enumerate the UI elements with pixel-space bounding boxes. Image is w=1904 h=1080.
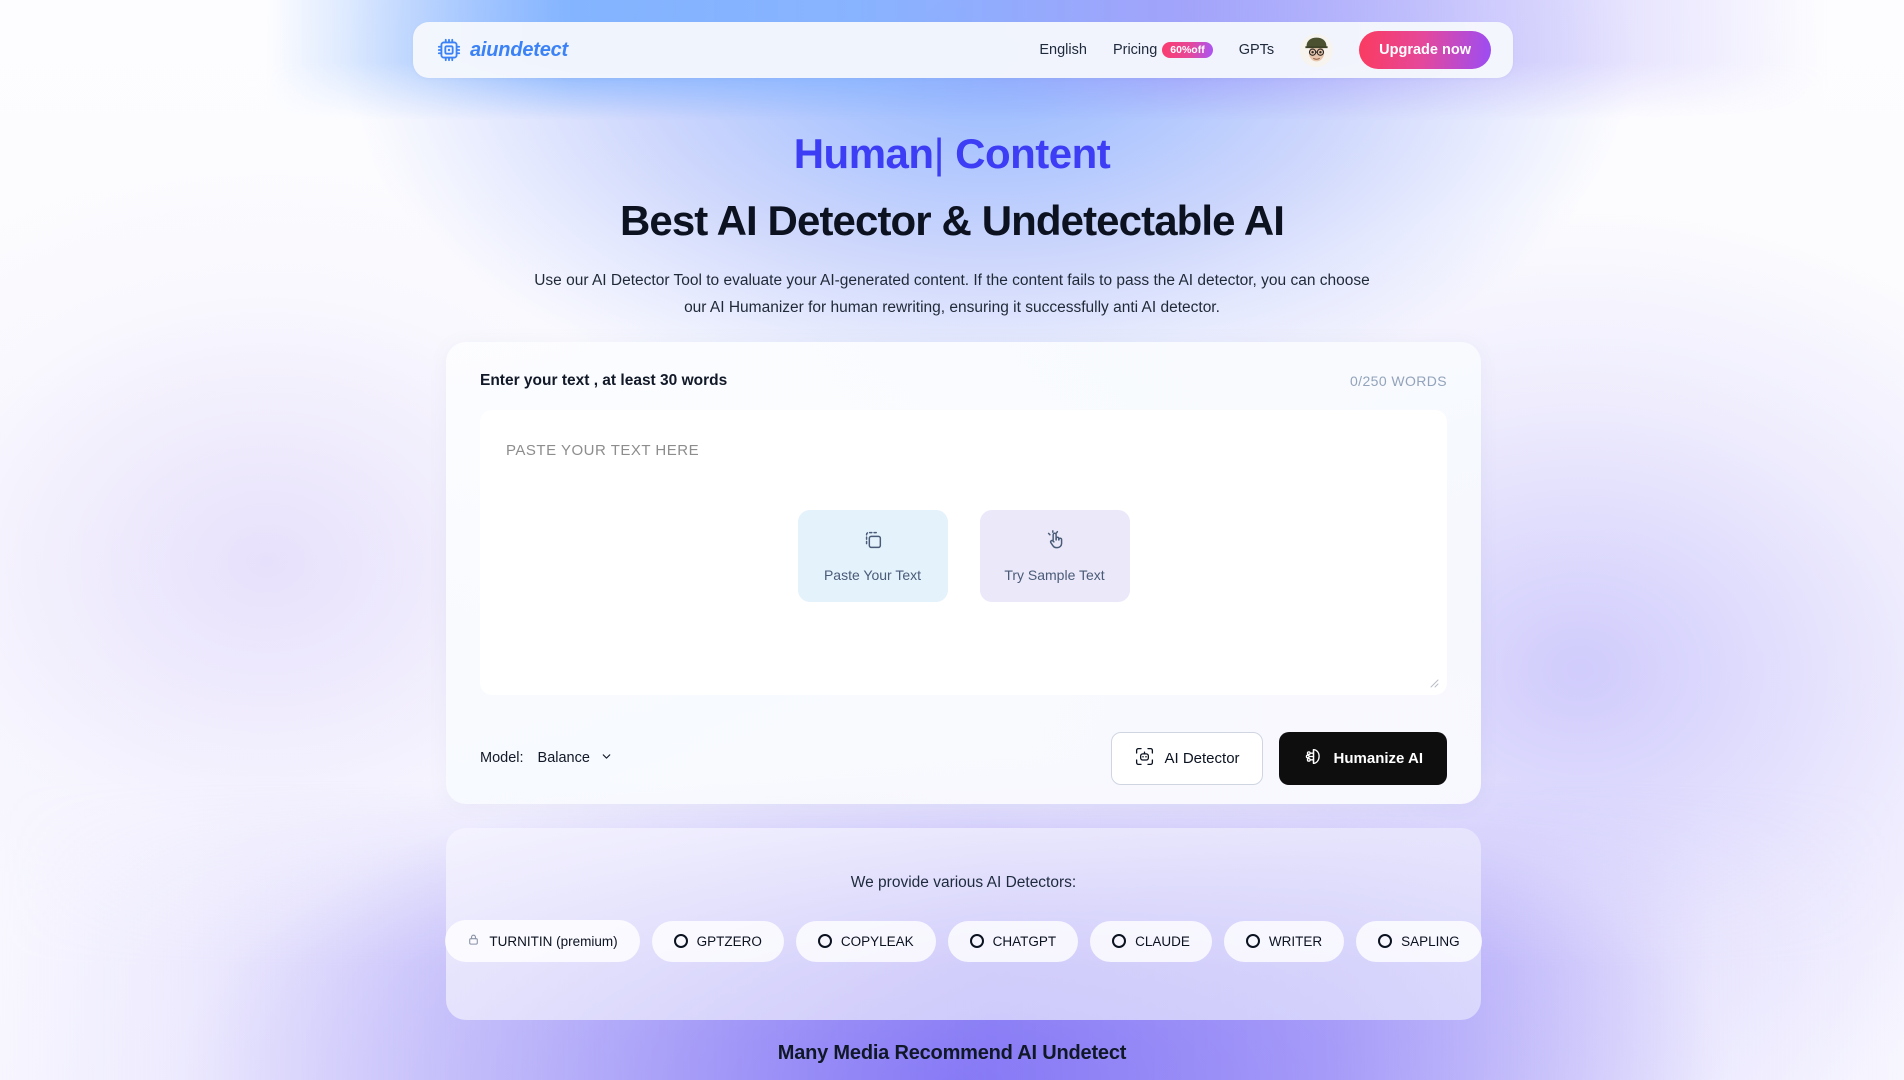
- circle-icon: [969, 934, 984, 948]
- circle-icon: [1245, 934, 1260, 948]
- pricing-discount-badge: 60%off: [1162, 41, 1213, 59]
- detector-pill-gptzero[interactable]: GPTZERO: [651, 920, 784, 962]
- text-input-area[interactable]: PASTE YOUR TEXT HERE Paste Your Text Try…: [480, 410, 1447, 695]
- detector-pill-label: CLAUDE: [1135, 933, 1190, 949]
- circle-icon: [1112, 934, 1127, 948]
- avatar-face-icon: [1300, 33, 1334, 67]
- copy-icon: [862, 529, 884, 554]
- brand-logo-text: aiundetect: [470, 38, 569, 61]
- brain-circuit-icon: [1303, 746, 1324, 771]
- nav-item-language[interactable]: English: [1039, 42, 1087, 58]
- model-select[interactable]: Balance: [538, 750, 613, 767]
- detector-pill-writer[interactable]: WRITER: [1223, 920, 1345, 962]
- tap-click-icon: [1044, 529, 1066, 554]
- paste-your-text-label: Paste Your Text: [823, 567, 922, 583]
- detector-pill-turnitin[interactable]: TURNITIN (premium): [445, 920, 640, 962]
- detector-pill-label: CHATGPT: [992, 933, 1057, 949]
- hero-rotating-suffix: Content: [943, 130, 1111, 177]
- hero-typing-cursor: |: [933, 130, 945, 177]
- try-sample-text-button[interactable]: Try Sample Text: [979, 510, 1130, 602]
- chevron-down-icon: [600, 750, 613, 767]
- header-nav: English Pricing 60%off GPTs Upgrade now: [1039, 31, 1491, 69]
- detector-pill-chatgpt[interactable]: CHATGPT: [947, 920, 1079, 962]
- textarea-resize-handle[interactable]: [1427, 675, 1439, 688]
- model-label: Model:: [480, 750, 524, 766]
- nav-item-pricing-label[interactable]: Pricing: [1113, 42, 1157, 58]
- editor-card-header: Enter your text , at least 30 words 0/25…: [446, 342, 1481, 390]
- editor-card-footer: Model: Balance AI Detector Humanize AI: [446, 712, 1481, 804]
- avatar[interactable]: [1300, 33, 1334, 67]
- detectors-panel: We provide various AI Detectors: TURNITI…: [445, 828, 1482, 1020]
- detector-pill-label: GPTZERO: [696, 933, 762, 949]
- detector-pill-claude[interactable]: CLAUDE: [1090, 920, 1212, 962]
- detectors-panel-title: We provide various AI Detectors:: [850, 874, 1077, 891]
- try-sample-text-label: Try Sample Text: [1004, 567, 1105, 583]
- robot-scan-icon: [1134, 746, 1155, 771]
- detector-pill-row: TURNITIN (premium) GPTZERO COPYLEAK CHAT…: [445, 920, 1482, 962]
- humanize-ai-button[interactable]: Humanize AI: [1278, 731, 1447, 785]
- upgrade-now-button[interactable]: Upgrade now: [1359, 31, 1491, 69]
- editor-instruction-label: Enter your text , at least 30 words: [480, 372, 728, 389]
- page-title: Best AI Detector & Undetectable AI: [619, 197, 1285, 245]
- model-selected-value: Balance: [537, 750, 590, 766]
- detector-pill-copyleak[interactable]: COPYLEAK: [795, 920, 936, 962]
- page-root: aiundetect English Pricing 60%off GPTs U…: [0, 0, 1904, 1080]
- hero-subtitle: Use our AI Detector Tool to evaluate you…: [534, 271, 1370, 316]
- model-selector-group: Model: Balance: [480, 750, 613, 767]
- cpu-chip-icon: [436, 37, 462, 63]
- site-header: aiundetect English Pricing 60%off GPTs U…: [413, 22, 1513, 78]
- hero-rotating-word: Human: [793, 130, 934, 177]
- circle-icon: [817, 934, 832, 948]
- media-section-heading: Many Media Recommend AI Undetect: [777, 1042, 1127, 1064]
- quick-action-group: Paste Your Text Try Sample Text: [480, 510, 1447, 602]
- detector-pill-label: COPYLEAK: [840, 933, 914, 949]
- detector-pill-label: WRITER: [1268, 933, 1323, 949]
- nav-item-gpts[interactable]: GPTs: [1239, 42, 1274, 58]
- ai-detector-button[interactable]: AI Detector: [1110, 731, 1263, 785]
- hero-section: Human| Content Best AI Detector & Undete…: [0, 130, 1904, 321]
- paste-your-text-button[interactable]: Paste Your Text: [797, 510, 948, 602]
- detector-pill-label: SAPLING: [1401, 933, 1460, 949]
- word-count-indicator: 0/250 WORDS: [1350, 373, 1447, 389]
- circle-icon: [673, 934, 688, 948]
- editor-placeholder: PASTE YOUR TEXT HERE: [506, 442, 700, 459]
- detector-pill-sapling[interactable]: SAPLING: [1356, 920, 1482, 962]
- editor-action-buttons: AI Detector Humanize AI: [1110, 731, 1447, 785]
- ai-detector-label: AI Detector: [1164, 749, 1240, 767]
- circle-icon: [1378, 934, 1393, 948]
- humanize-ai-label: Humanize AI: [1333, 749, 1423, 767]
- nav-item-pricing[interactable]: Pricing 60%off: [1113, 41, 1213, 59]
- lock-icon: [467, 933, 480, 949]
- hero-rotating-line: Human| Content: [0, 130, 1904, 178]
- editor-card: Enter your text , at least 30 words 0/25…: [446, 342, 1481, 804]
- brand-logo[interactable]: aiundetect: [436, 37, 568, 63]
- detector-pill-label: TURNITIN (premium): [489, 933, 618, 949]
